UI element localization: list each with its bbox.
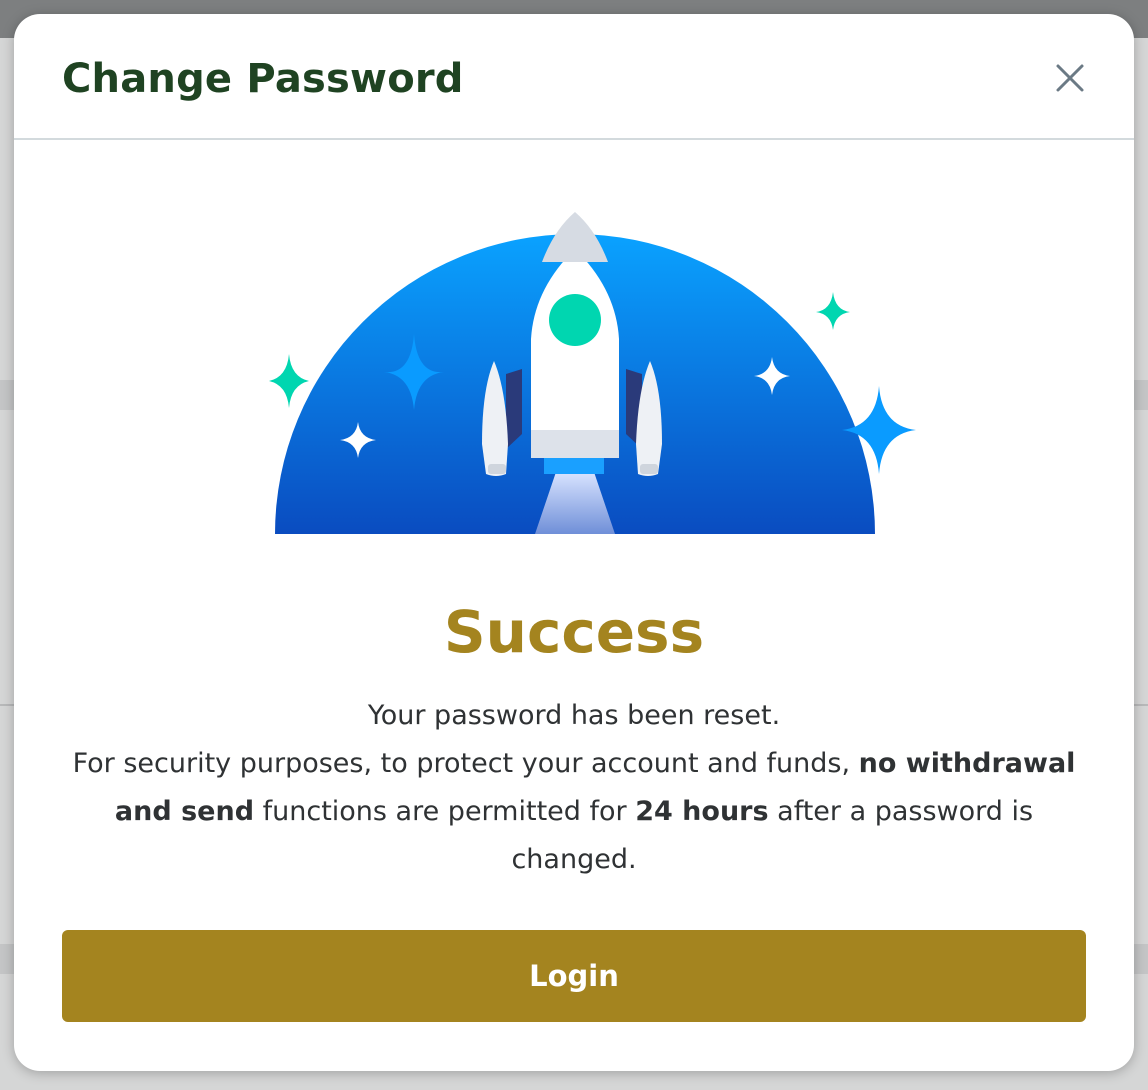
login-button[interactable]: Login <box>62 930 1086 1022</box>
rocket-launch-icon <box>269 212 916 534</box>
restriction-duration-text: 24 hours <box>635 796 769 827</box>
success-heading: Success <box>443 598 705 666</box>
change-password-dialog: Change Password Success Your password ha… <box>14 14 1134 1071</box>
security-notice-part: For security purposes, to protect your a… <box>72 748 859 779</box>
dialog-title: Change Password <box>62 56 464 102</box>
security-notice-part: functions are permitted for <box>254 796 636 827</box>
dialog-header: Change Password <box>14 14 1134 140</box>
close-button[interactable] <box>1050 58 1090 98</box>
reset-confirmation-text: Your password has been reset. <box>367 700 781 731</box>
rocket-illustration <box>244 194 924 554</box>
close-icon <box>1056 64 1084 92</box>
success-message: Your password has been reset. For securi… <box>54 692 1094 884</box>
security-notice-text: For security purposes, to protect your a… <box>54 740 1094 884</box>
